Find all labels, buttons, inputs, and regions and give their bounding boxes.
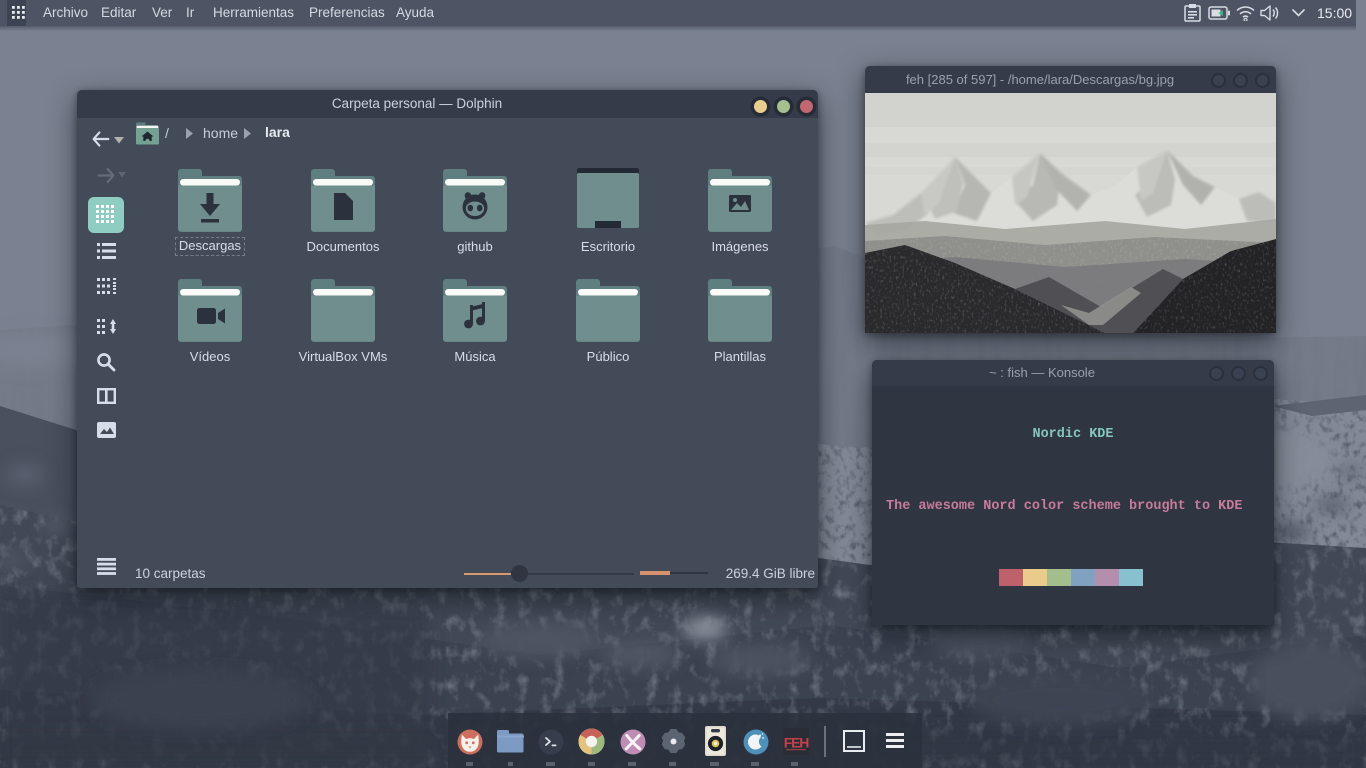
svg-text:FEH: FEH — [784, 735, 809, 751]
